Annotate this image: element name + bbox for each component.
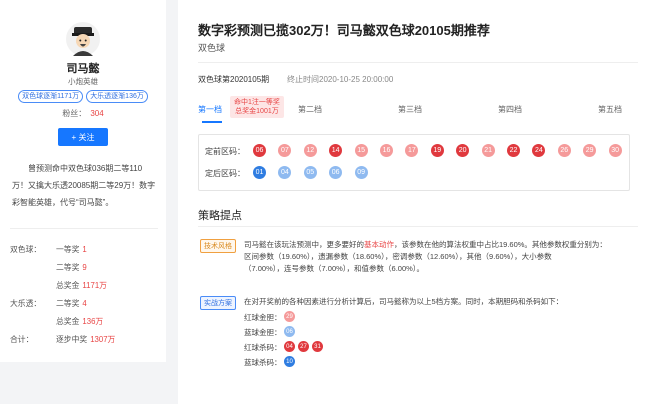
- blue-ball: 09: [354, 166, 368, 179]
- stat-number: 9: [82, 263, 87, 272]
- plan-row-label: 红球金胆：: [244, 313, 282, 322]
- follow-button[interactable]: + 关注: [58, 128, 108, 146]
- red-ball: 26: [557, 144, 571, 157]
- fans-value: 304: [90, 109, 104, 118]
- plan-ball: 31: [312, 341, 323, 352]
- red-ball: 16: [380, 144, 393, 157]
- blue-ball: 06: [329, 166, 343, 179]
- red-ball: 14: [329, 144, 343, 157]
- stat-number: 1: [82, 245, 87, 254]
- fans-count: 粉丝： 304: [0, 108, 166, 119]
- red-ball: 15: [354, 144, 368, 157]
- expert-tags: 双色球逐渐1171万 大乐透逐渐136万: [0, 90, 166, 103]
- red-ball: 07: [278, 144, 292, 157]
- plan-ball: 29: [284, 311, 295, 322]
- front-zone-label: 定前区码：: [205, 147, 245, 156]
- red-ball: 17: [405, 144, 419, 157]
- stat-value: 二等奖 9: [56, 262, 87, 273]
- expert-card: 司马懿 小炮英雄 双色球逐渐1171万 大乐透逐渐136万 粉丝： 304 + 关…: [0, 0, 166, 362]
- issue-period: 双色球第2020105期: [198, 75, 270, 84]
- plan-ball: 27: [298, 341, 309, 352]
- style-line: 司马懿在该玩法预测中，更多要好的基本动作，该参数在他的算法权重中占比19.60%…: [244, 239, 607, 251]
- stat-item: 二等奖: [56, 263, 80, 272]
- end-time: 终止时间2020-10-25 20:00:00: [287, 75, 394, 84]
- plan-intro: 在对开奖前的各种因素进行分析计算后，司马懿称为以上5档方案。同时，本期胆码和杀码…: [244, 297, 564, 306]
- plan-tag: 实战方案: [200, 296, 236, 310]
- stat-lottery: 大乐透：: [10, 299, 42, 308]
- red-ball: 20: [456, 144, 470, 157]
- tag-dlt: 大乐透逐渐136万: [86, 90, 148, 103]
- blue-ball: 05: [303, 166, 317, 179]
- stat-value: 总奖金 136万: [56, 316, 103, 327]
- tab-tier-1[interactable]: 第一档: [198, 104, 222, 115]
- expert-bio: 曾预测命中双色球036期二等110万！又擒大乐透20085期二等29万！数字彩智…: [12, 164, 156, 207]
- stat-item: 总奖金: [56, 281, 80, 290]
- divider: [198, 226, 638, 227]
- stat-lottery: 双色球：: [10, 245, 42, 254]
- expert-name[interactable]: 司马懿: [0, 60, 166, 76]
- tab-tier-4[interactable]: 第四档: [498, 104, 522, 115]
- blue-ball: 04: [278, 166, 292, 179]
- plan-ball: 10: [284, 356, 295, 367]
- badge-line-1: 命中1注一等奖: [234, 99, 280, 106]
- stat-number: 136万: [82, 317, 104, 326]
- stat-item: 逐步中奖: [56, 335, 88, 344]
- hit-badge: 命中1注一等奖 总奖金1001万: [230, 96, 284, 118]
- tag-ssq: 双色球逐渐1171万: [18, 90, 84, 103]
- active-tab-indicator: [202, 121, 222, 123]
- plan-row-label: 蓝球金胆：: [244, 328, 282, 337]
- page-title: 数字彩预测已揽302万！司马懿双色球20105期推荐: [198, 23, 490, 38]
- plan-ball: 04: [284, 341, 295, 352]
- back-zone-label: 定后区码：: [205, 169, 245, 178]
- stat-item: 一等奖: [56, 245, 80, 254]
- number-box: 定前区码： 定后区码： 06 07 12 14 15 16 17 19 20 21 22 24 26 29…: [198, 134, 630, 191]
- tab-tier-2[interactable]: 第二档: [298, 104, 322, 115]
- style-tag: 技术风格: [200, 239, 236, 253]
- stat-item: 二等奖: [56, 299, 80, 308]
- stat-value: 总奖金 1171万: [56, 280, 107, 291]
- tab-tier-5[interactable]: 第五档: [598, 104, 622, 115]
- red-ball: 21: [481, 144, 495, 157]
- tier-tabs: 第一档 命中1注一等奖 总奖金1001万 第二档 第三档 第四档 第五档: [198, 96, 630, 124]
- stat-value: 二等奖 4: [56, 298, 87, 309]
- badge-line-2: 总奖金1001万: [235, 108, 279, 115]
- stat-item: 总奖金: [56, 317, 80, 326]
- red-ball: 22: [507, 144, 520, 157]
- style-line-text: 司马懿在该玩法预测中，更多要好的: [244, 240, 364, 249]
- tab-tier-3[interactable]: 第三档: [398, 104, 422, 115]
- avatar[interactable]: [66, 22, 100, 56]
- red-ball: 29: [583, 144, 597, 157]
- red-ball: 06: [253, 144, 266, 157]
- stat-value: 一等奖 1: [56, 244, 87, 255]
- stat-lottery: 合计：: [10, 335, 34, 344]
- style-highlight: 基本动作: [364, 240, 394, 249]
- stat-number: 4: [82, 299, 87, 308]
- plan-ball: 06: [284, 326, 295, 337]
- expert-title: 小炮英雄: [68, 77, 98, 86]
- red-ball: 24: [532, 144, 546, 157]
- style-line-text: ，该参数在他的算法权重中占比19.60%。其他参数权重分别为：: [394, 240, 607, 249]
- style-line: 区间参数（19.60%），遗漏参数（18.60%），密调参数（12.60%），其…: [244, 252, 552, 261]
- blue-ball: 01: [253, 166, 266, 179]
- plan-row-label: 蓝球杀码：: [244, 358, 282, 367]
- stat-value: 逐步中奖 1307万: [56, 334, 115, 345]
- recommendation-panel: 数字彩预测已揽302万！司马懿双色球20105期推荐 双色球 双色球第20201…: [178, 0, 650, 404]
- divider: [10, 228, 158, 229]
- style-line: （7.00%），连号参数（7.00%），和值参数（6.00%）。: [244, 264, 425, 273]
- stat-number: 1307万: [90, 335, 116, 344]
- red-ball: 19: [430, 144, 444, 157]
- strategy-heading: 策略提点: [198, 210, 242, 222]
- red-ball: 30: [608, 144, 622, 157]
- fans-label: 粉丝：: [62, 109, 87, 118]
- red-ball: 12: [303, 144, 317, 157]
- stat-number: 1171万: [82, 281, 107, 290]
- plan-row-label: 红球杀码：: [244, 343, 282, 352]
- style-text: 司马懿在该玩法预测中，更多要好的基本动作，该参数在他的算法权重中占比19.60%…: [244, 239, 607, 275]
- divider: [198, 62, 638, 63]
- lottery-type: 双色球: [198, 43, 226, 53]
